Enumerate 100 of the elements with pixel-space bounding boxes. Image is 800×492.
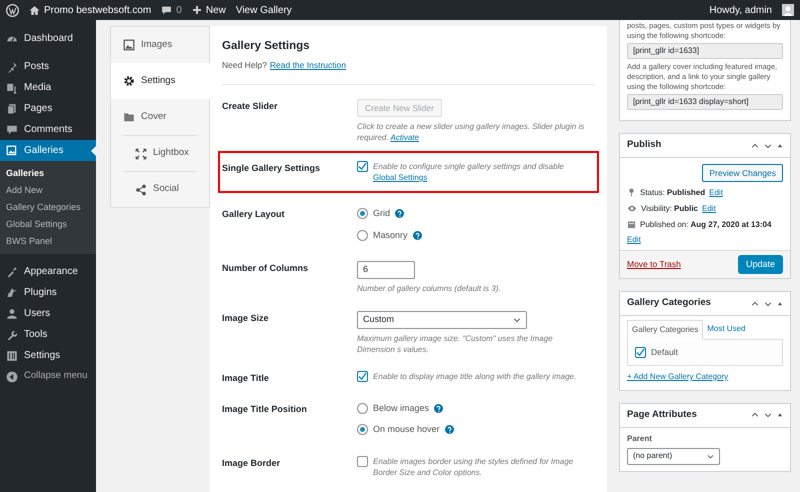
number-field[interactable]: 6 (357, 261, 415, 279)
sliders-icon (6, 350, 18, 362)
menu-item[interactable]: Media (0, 77, 96, 98)
wrench-icon (6, 328, 18, 340)
edit-link[interactable]: Edit (702, 203, 716, 214)
help-icon (434, 404, 444, 413)
menu-item[interactable]: Galleries (0, 140, 96, 161)
plus-icon (192, 5, 202, 15)
menu-item[interactable]: Dashboard (0, 28, 96, 49)
submenu-item[interactable]: Gallery Categories (0, 199, 96, 216)
setting-label: Create Slider (222, 100, 279, 113)
comment-icon (161, 4, 172, 16)
add-category-link[interactable]: + Add New Gallery Category (627, 370, 783, 383)
help-icon (444, 425, 454, 434)
menu-item[interactable]: Posts (0, 56, 96, 77)
checkbox-description: Enable images border using the styles defined for Image Border Size and Color options. (373, 456, 574, 478)
category-tab[interactable]: Most Used (703, 320, 750, 339)
gallery-tab[interactable]: Settings (111, 63, 210, 99)
submenu-item[interactable]: Add New (0, 182, 96, 199)
greeting-link[interactable]: Howdy, admin (709, 2, 772, 18)
share-icon (135, 184, 147, 196)
preview-changes-button[interactable]: Preview Changes (702, 164, 783, 182)
checkbox[interactable] (357, 161, 368, 172)
wordpress-logo-icon (6, 4, 19, 16)
gallery-tab[interactable]: Cover (111, 99, 209, 135)
shortcode-field[interactable]: [print_gllr id=1633 display=short] (627, 94, 783, 110)
box-title: Publish (627, 138, 662, 152)
user-icon (6, 308, 18, 320)
box-title: Page Attributes (627, 408, 697, 422)
chevron-down-icon (513, 316, 521, 324)
chevron-up-icon (751, 300, 759, 308)
help-icon (412, 230, 422, 240)
setting-label: Image Title (222, 372, 270, 385)
instruction-link[interactable]: Read the Instruction (270, 59, 346, 72)
parent-dropdown[interactable]: (no parent) (627, 448, 720, 465)
meta-value: Public (674, 203, 698, 214)
setting-label: Number of Columns (222, 262, 310, 275)
radio-label: Masonry (373, 228, 408, 242)
chevron-down-icon (764, 142, 772, 150)
radio-button[interactable] (357, 424, 368, 436)
radio-label: Below images (373, 402, 430, 415)
chevron-up-icon (751, 411, 759, 420)
calendar-icon (627, 220, 636, 229)
collapse-menu-button[interactable]: Collapse menu (0, 366, 96, 387)
view-gallery-link[interactable]: View Gallery (236, 2, 292, 18)
panel-title: Gallery Settings (222, 39, 311, 54)
triangle-up-icon (777, 412, 783, 418)
category-label: Default (651, 346, 678, 359)
gallery-tab[interactable]: Social (123, 171, 197, 207)
menu-item[interactable]: Comments (0, 119, 96, 140)
radio-button[interactable] (357, 230, 368, 241)
menu-item[interactable]: Plugins (0, 282, 96, 303)
help-text: Need Help? (222, 59, 267, 72)
avatar-icon (782, 4, 794, 16)
checkbox-description: Enable to configure single gallery settings and disable Global Settings (373, 161, 565, 183)
expand-icon (135, 148, 147, 160)
trash-link[interactable]: Move to Trash (627, 258, 681, 271)
checkbox[interactable] (635, 346, 646, 358)
field-label: Parent (627, 432, 653, 445)
pin-icon (6, 60, 18, 72)
gallery-tab[interactable]: Images (111, 27, 209, 63)
menu-item[interactable]: Users (0, 303, 96, 324)
meta-label: Visibility: (641, 203, 672, 214)
meta-label: Status: (640, 187, 665, 198)
menu-item[interactable]: Settings (0, 345, 96, 366)
site-name-link[interactable]: Promo bestwebsoft.com (44, 2, 152, 18)
meta-value: Published (666, 187, 706, 198)
checkbox[interactable] (357, 371, 368, 382)
setting-label: Image Title Position (222, 402, 308, 416)
submenu-item[interactable]: BWS Panel (0, 233, 96, 250)
checkbox-description: Enable to display image title along with the gallery image. (373, 371, 576, 382)
category-tab[interactable]: Gallery Categories (627, 320, 704, 340)
shortcode-field[interactable]: [print_gllr id=1633] (627, 43, 783, 59)
help-icon (395, 209, 404, 218)
setting-label: Gallery Layout (222, 208, 286, 221)
radio-label: On mouse hover (373, 423, 440, 436)
radio-button[interactable] (357, 402, 368, 414)
global-settings-link[interactable]: Global Settings (373, 173, 428, 182)
chevron-down-icon (707, 452, 714, 460)
help-note: Maximum gallery image size. "Custom" uses the Image Dimension s values. (357, 333, 554, 355)
checkbox[interactable] (357, 456, 368, 466)
eye-icon (627, 204, 637, 213)
edit-link[interactable]: Edit (709, 187, 723, 198)
comment-icon (6, 124, 18, 136)
triangle-up-icon (777, 142, 783, 148)
gallery-tab[interactable]: Lightbox (123, 135, 197, 171)
update-button[interactable]: Update (738, 255, 783, 274)
chevron-down-icon (764, 300, 772, 308)
radio-button[interactable] (357, 208, 368, 220)
image-size-dropdown[interactable]: Custom (357, 311, 527, 329)
edit-link[interactable]: Edit (627, 234, 641, 245)
pin-icon (627, 188, 636, 197)
triangle-up-icon (777, 300, 783, 306)
menu-item[interactable]: Appearance (0, 261, 96, 282)
submenu-item[interactable]: Global Settings (0, 216, 96, 233)
menu-item[interactable]: Tools (0, 324, 96, 345)
new-link[interactable]: New (206, 2, 226, 18)
menu-item[interactable]: Pages (0, 98, 96, 119)
submenu-item[interactable]: Galleries (0, 165, 96, 182)
comment-count[interactable]: 0 (176, 2, 182, 18)
